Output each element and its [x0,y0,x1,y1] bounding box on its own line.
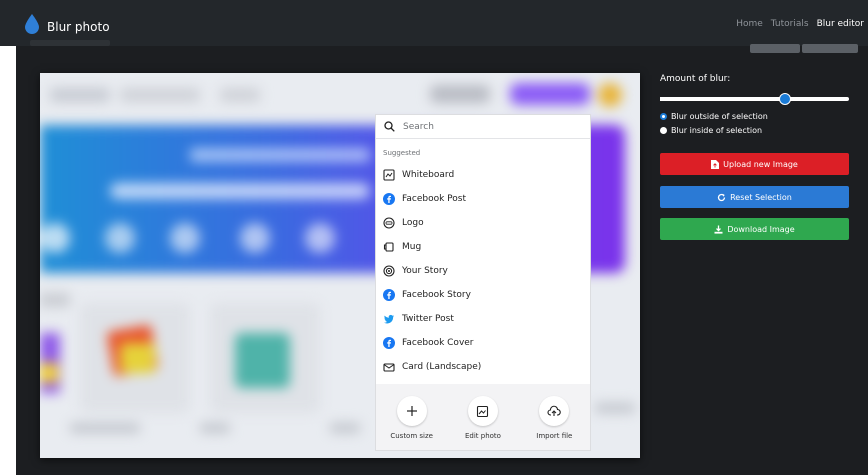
toolbar-button[interactable] [750,44,800,53]
menu-item-facebook-story[interactable]: Facebook Story [376,283,590,307]
edit-photo-button[interactable]: Edit photo [453,396,513,450]
search-icon [384,121,395,132]
menu-item-facebook-cover[interactable]: Facebook Cover [376,331,590,355]
story-icon [382,265,395,278]
quick-actions: Custom size Edit photo Import file [376,384,590,450]
brand-title[interactable]: Blur photo [47,20,110,34]
create-design-menu: Search Suggested Whiteboard Facebook Pos… [375,114,591,451]
menu-item-mug[interactable]: Mug [376,235,590,259]
facebook-icon [382,289,395,302]
download-icon [714,225,723,234]
nav-link-tutorials[interactable]: Tutorials [771,19,809,29]
logo-icon [382,217,395,230]
blur-controls-panel: Amount of blur: Blur outside of selectio… [660,74,850,240]
menu-item-logo[interactable]: Logo [376,211,590,235]
navbar: Blur photo Home Tutorials Blur editor [0,0,868,53]
twitter-icon [382,313,395,326]
upload-image-button[interactable]: Upload new Image [660,153,849,175]
custom-size-button[interactable]: Custom size [382,396,442,450]
subtitle-bar [30,40,110,46]
slider-track-fill [660,97,785,101]
whiteboard-icon [382,169,395,182]
download-image-button[interactable]: Download Image [660,218,849,240]
toolbar-button[interactable] [802,44,858,53]
reset-icon [717,193,726,201]
reset-selection-button[interactable]: Reset Selection [660,186,849,208]
cloud-upload-icon [539,396,570,426]
search-row[interactable]: Search [376,115,590,139]
blur-amount-label: Amount of blur: [660,74,731,84]
menu-item-facebook-post[interactable]: Facebook Post [376,187,590,211]
nav-links: Home Tutorials Blur editor [736,19,864,29]
slider-thumb[interactable] [778,93,791,105]
water-drop-icon [25,14,39,34]
radio-blur-outside[interactable]: Blur outside of selection [660,112,768,121]
plus-icon [396,396,427,426]
blur-amount-slider[interactable] [660,93,849,105]
radio-blur-inside[interactable]: Blur inside of selection [660,126,762,135]
page-edge [0,0,16,475]
menu-item-twitter-post[interactable]: Twitter Post [376,307,590,331]
facebook-icon [382,193,395,206]
section-heading: Suggested [383,149,421,157]
radio-unchecked-icon [660,127,667,134]
radio-checked-icon [660,113,667,120]
nav-link-home[interactable]: Home [736,19,763,29]
search-input[interactable]: Search [403,122,434,132]
menu-item-whiteboard[interactable]: Whiteboard [376,163,590,187]
edit-photo-icon [467,396,498,426]
nav-link-blur-editor[interactable]: Blur editor [817,19,864,29]
file-upload-icon [711,159,720,169]
menu-item-your-story[interactable]: Your Story [376,259,590,283]
facebook-icon [382,337,395,350]
mug-icon [382,241,395,254]
card-icon [382,361,395,374]
menu-item-card-landscape[interactable]: Card (Landscape) [376,355,590,379]
import-file-button[interactable]: Import file [524,396,584,450]
